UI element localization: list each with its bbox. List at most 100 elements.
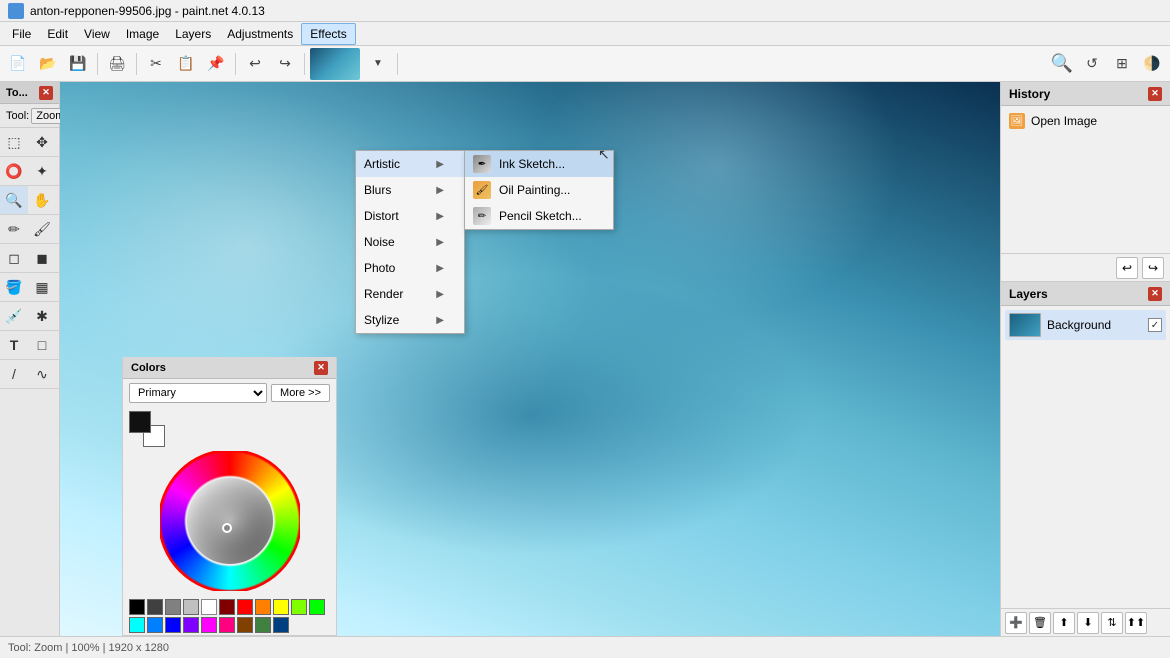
undo-button[interactable]: ↩ xyxy=(241,50,269,78)
palette-white[interactable] xyxy=(201,599,217,615)
paste-button[interactable]: 📌 xyxy=(202,50,230,78)
palette-orange[interactable] xyxy=(255,599,271,615)
toolbar-icon-2[interactable]: ↺ xyxy=(1078,50,1106,78)
palette-pink[interactable] xyxy=(219,617,235,633)
tool-zoom[interactable]: 🔍 xyxy=(0,186,28,214)
palette-gray[interactable] xyxy=(165,599,181,615)
palette-darkblue[interactable] xyxy=(165,617,181,633)
effects-menu-blurs[interactable]: Blurs ▶ xyxy=(356,177,464,203)
artistic-ink-sketch[interactable]: ✒ Ink Sketch... xyxy=(465,151,613,177)
effects-menu-distort[interactable]: Distort ▶ xyxy=(356,203,464,229)
menu-file[interactable]: File xyxy=(4,23,39,45)
palette-magenta[interactable] xyxy=(201,617,217,633)
history-item-open-image[interactable]: 🖼 Open Image xyxy=(1005,110,1166,132)
tool-brush[interactable]: 🖌 xyxy=(28,215,56,243)
artistic-oil-painting[interactable]: 🖌 Oil Painting... xyxy=(465,177,613,203)
palette-red[interactable] xyxy=(237,599,253,615)
tool-fill[interactable]: 🪣 xyxy=(0,273,28,301)
colors-close-button[interactable]: ✕ xyxy=(314,361,328,375)
tool-clone[interactable]: ✱ xyxy=(28,302,56,330)
move-layer-up-button[interactable]: ⬆ xyxy=(1053,612,1075,634)
toolbar-icon-3[interactable]: ⊞ xyxy=(1108,50,1136,78)
palette-olive[interactable] xyxy=(255,617,271,633)
menu-view[interactable]: View xyxy=(76,23,118,45)
toolbar-icon-4[interactable]: 🌗 xyxy=(1138,50,1166,78)
tool-lasso[interactable]: ⭕ xyxy=(0,157,28,185)
redo-button[interactable]: ↪ xyxy=(271,50,299,78)
layers-panel: Layers ✕ Background ✓ ➕ 🗑 ⬆ ⬇ ⇅ ⬆⬆ xyxy=(1001,282,1170,636)
merge-layer-button[interactable]: ⇅ xyxy=(1101,612,1123,634)
tool-pencil[interactable]: ✏ xyxy=(0,215,28,243)
stylize-label: Stylize xyxy=(364,313,399,327)
tools-row-8: T □ xyxy=(0,331,59,360)
thumbnail-dropdown[interactable]: ▼ xyxy=(364,50,392,78)
tool-shapes[interactable]: □ xyxy=(28,331,56,359)
tools-row-4: ✏ 🖌 xyxy=(0,215,59,244)
tools-close-button[interactable]: ✕ xyxy=(39,86,53,100)
effects-menu-noise[interactable]: Noise ▶ xyxy=(356,229,464,255)
layer-visibility-checkbox[interactable]: ✓ xyxy=(1148,318,1162,332)
effects-menu-photo[interactable]: Photo ▶ xyxy=(356,255,464,281)
tool-rectangle-select[interactable]: ⬚ xyxy=(0,128,28,156)
photo-label: Photo xyxy=(364,261,395,275)
tool-move[interactable]: ✥ xyxy=(28,128,56,156)
tool-magic-wand[interactable]: ✦ xyxy=(28,157,56,185)
menu-image[interactable]: Image xyxy=(118,23,167,45)
foreground-background-colors xyxy=(129,411,165,447)
palette-yellow[interactable] xyxy=(273,599,289,615)
palette-chartreuse[interactable] xyxy=(291,599,307,615)
artistic-pencil-sketch[interactable]: ✏ Pencil Sketch... xyxy=(465,203,613,229)
tool-gradient[interactable]: ▦ xyxy=(28,273,56,301)
palette-brown[interactable] xyxy=(237,617,253,633)
copy-button[interactable]: 📋 xyxy=(172,50,200,78)
tool-eraser[interactable]: ◻ xyxy=(0,244,28,272)
title-text: anton-repponen-99506.jpg - paint.net 4.0… xyxy=(30,4,265,18)
delete-layer-button[interactable]: 🗑 xyxy=(1029,612,1051,634)
open-button[interactable]: 📂 xyxy=(34,50,62,78)
menu-edit[interactable]: Edit xyxy=(39,23,76,45)
palette-blue[interactable] xyxy=(147,617,163,633)
palette-green[interactable] xyxy=(309,599,325,615)
more-colors-button[interactable]: More >> xyxy=(271,384,330,402)
effects-menu-artistic[interactable]: Artistic ▶ xyxy=(356,151,464,177)
tool-pan[interactable]: ✋ xyxy=(28,186,56,214)
print-button[interactable]: 🖨 xyxy=(103,50,131,78)
move-layer-down-button[interactable]: ⬇ xyxy=(1077,612,1099,634)
tool-color-picker[interactable]: 💉 xyxy=(0,302,28,330)
effects-menu-render[interactable]: Render ▶ xyxy=(356,281,464,307)
palette-navy[interactable] xyxy=(273,617,289,633)
canvas-area[interactable]: Artistic ▶ Blurs ▶ Distort ▶ Noise ▶ Pho… xyxy=(60,82,1000,636)
menu-effects[interactable]: Effects xyxy=(301,23,355,45)
menu-adjustments[interactable]: Adjustments xyxy=(219,23,301,45)
palette-darkred[interactable] xyxy=(219,599,235,615)
palette-black[interactable] xyxy=(129,599,145,615)
save-button[interactable]: 💾 xyxy=(64,50,92,78)
primary-color-select[interactable]: Primary Secondary xyxy=(129,383,267,403)
menu-layers[interactable]: Layers xyxy=(167,23,219,45)
history-redo-button[interactable]: ↪ xyxy=(1142,257,1164,279)
blurs-label: Blurs xyxy=(364,183,391,197)
tool-magic-eraser[interactable]: ◼ xyxy=(28,244,56,272)
layers-close-button[interactable]: ✕ xyxy=(1148,287,1162,301)
layers-panel-header: Layers ✕ xyxy=(1001,282,1170,306)
titlebar: anton-repponen-99506.jpg - paint.net 4.0… xyxy=(0,0,1170,22)
cut-button[interactable]: ✂ xyxy=(142,50,170,78)
foreground-color-swatch[interactable] xyxy=(129,411,151,433)
effects-menu-stylize[interactable]: Stylize ▶ xyxy=(356,307,464,333)
palette-darkgray[interactable] xyxy=(147,599,163,615)
flatten-layer-button[interactable]: ⬆⬆ xyxy=(1125,612,1147,634)
color-wheel[interactable] xyxy=(160,451,300,591)
tool-curves[interactable]: ∿ xyxy=(28,360,56,388)
tool-text[interactable]: T xyxy=(0,331,28,359)
layer-item-background[interactable]: Background ✓ xyxy=(1005,310,1166,340)
palette-cyan[interactable] xyxy=(129,617,145,633)
toolbar-icon-1[interactable]: 🔍 xyxy=(1048,50,1076,78)
history-undo-button[interactable]: ↩ xyxy=(1116,257,1138,279)
palette-purple[interactable] xyxy=(183,617,199,633)
palette-lightgray[interactable] xyxy=(183,599,199,615)
add-layer-button[interactable]: ➕ xyxy=(1005,612,1027,634)
tool-line[interactable]: / xyxy=(0,360,28,388)
new-button[interactable]: 📄 xyxy=(4,50,32,78)
artistic-arrow: ▶ xyxy=(436,159,444,170)
history-close-button[interactable]: ✕ xyxy=(1148,87,1162,101)
